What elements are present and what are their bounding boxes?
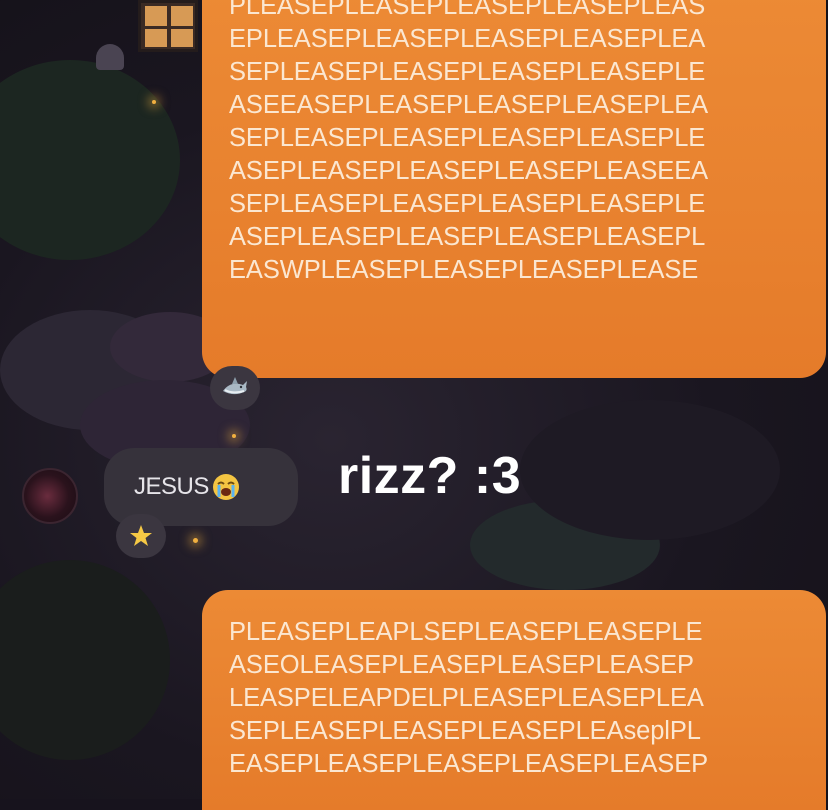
reply-text: JESUS: [134, 473, 209, 500]
background-bush: [520, 400, 780, 540]
message-line: SEPLEASEPLEASEPLEASEPLEASEPLE: [229, 124, 706, 152]
crying-face-icon: [212, 474, 239, 500]
message-line: ASEPLEASEPLEASEPLEASEPLEASEPL: [229, 223, 706, 251]
message-line: SEPLEASEPLEASEPLEASEPLEASEPLE: [229, 58, 706, 86]
firefly-dot: [193, 538, 198, 543]
shark-icon: [223, 377, 247, 395]
background-bush: [0, 560, 170, 760]
bottom-message-bubble[interactable]: PLEASEPLEAPLSEPLEASEPLEASEPLE ASEOLEASEP…: [202, 590, 826, 810]
message-line: ASEPLEASEPLEASEPLEASEPLEASEEA: [229, 157, 709, 185]
message-line: EPLEASEPLEASEPLEASEPLEASEPLEA: [229, 25, 706, 53]
message-line: ASEEASEPLEASEPLEASEPLEASEPLEA: [229, 91, 709, 119]
firefly-dot: [232, 434, 236, 438]
message-line: SEPLEASEPLEASEPLEASEPLEAseplPL: [229, 717, 701, 745]
star-icon: [130, 525, 152, 546]
caption-text: rizz? :3: [338, 447, 522, 505]
message-line: SEPLEASEPLEASEPLEASEPLEASEPLE: [229, 190, 706, 218]
background-bush: [0, 60, 180, 260]
house-window: [138, 0, 198, 52]
message-line: ASEOLEASEPLEASEPLEASEPLEASEP: [229, 651, 694, 679]
ghost-sprite: [96, 44, 124, 70]
message-line: LEASPELEAPDELPLEASEPLEASEPLEA: [229, 684, 704, 712]
firefly-dot: [152, 100, 156, 104]
message-line: PLEASEPLEASEPLEASEPLEASEPLEAS: [229, 0, 706, 20]
message-line: EASEPLEASEPLEASEPLEASEPLEASEP: [229, 750, 709, 778]
star-reaction[interactable]: [116, 514, 166, 558]
message-line: PLEASEPLEAPLSEPLEASEPLEASEPLE: [229, 618, 703, 646]
shark-reaction[interactable]: [210, 366, 260, 410]
top-message-bubble[interactable]: PLEASEPLEASEPLEASEPLEASEPLEAS EPLEASEPLE…: [202, 0, 826, 378]
message-line: EASWPLEASEPLEASEPLEASEPLEASE: [229, 256, 699, 284]
user-avatar[interactable]: [22, 468, 78, 524]
